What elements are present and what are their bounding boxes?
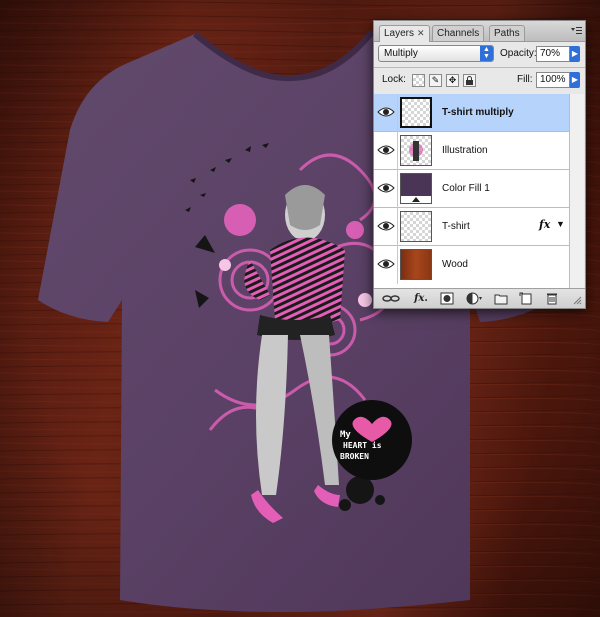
logo-text-3: BROKEN xyxy=(340,452,369,461)
layer-thumbnail xyxy=(400,249,432,280)
blend-mode-select[interactable]: Multiply ▲ ▼ xyxy=(378,45,494,62)
close-icon[interactable]: ✕ xyxy=(417,28,425,38)
eye-icon[interactable] xyxy=(377,105,395,119)
layer-name[interactable]: Wood xyxy=(442,258,468,272)
divider xyxy=(397,170,398,208)
eye-icon[interactable] xyxy=(377,143,395,157)
layer-thumbnail xyxy=(400,173,432,204)
layer-effects-icon[interactable]: fx xyxy=(539,218,550,231)
select-arrows-icon: ▲ ▼ xyxy=(480,46,493,61)
tab-channels[interactable]: Channels xyxy=(432,25,485,41)
layer-illustration[interactable]: Illustration xyxy=(374,132,569,170)
divider xyxy=(397,208,398,246)
eye-icon[interactable] xyxy=(377,257,395,271)
panel-bottom-toolbar: fx. xyxy=(374,288,585,308)
layer-wood[interactable]: Wood xyxy=(374,246,569,284)
layer-name[interactable]: T-shirt xyxy=(442,220,470,234)
lock-position-icon[interactable]: ✥ xyxy=(446,74,459,87)
lock-label: Lock: xyxy=(382,74,406,85)
layers-panel: Layers ✕ Channels Paths Multiply ▲ ▼ Opaci… xyxy=(373,20,586,309)
fill-label: Fill: xyxy=(517,74,533,85)
layer-t-shirt[interactable]: T-shirt fx ▼ xyxy=(374,208,569,246)
resize-grip-icon[interactable] xyxy=(573,296,582,305)
lock-transparent-icon[interactable] xyxy=(412,74,425,87)
layer-name[interactable]: Illustration xyxy=(442,144,488,158)
tab-layers-label: Layers xyxy=(384,28,415,39)
tab-layers[interactable]: Layers ✕ xyxy=(379,25,430,42)
tab-paths[interactable]: Paths xyxy=(489,25,525,41)
tab-channels-label: Channels xyxy=(437,28,480,39)
link-layers-icon[interactable] xyxy=(382,292,400,305)
opacity-input[interactable]: 70% xyxy=(536,46,570,62)
trash-icon[interactable] xyxy=(545,292,559,305)
fill-input[interactable]: 100% xyxy=(536,72,570,88)
opacity-label: Opacity: xyxy=(500,48,537,59)
layer-thumbnail xyxy=(400,211,432,242)
fill-slider-arrow-icon[interactable]: ▶ xyxy=(570,72,580,88)
panel-menu-icon[interactable] xyxy=(570,26,582,36)
tab-paths-label: Paths xyxy=(494,28,520,39)
layer-thumbnail xyxy=(400,97,432,128)
new-layer-icon[interactable] xyxy=(519,292,533,305)
eye-icon[interactable] xyxy=(377,181,395,195)
layer-color-fill-1[interactable]: Color Fill 1 xyxy=(374,170,569,208)
logo-text-1: My xyxy=(340,430,351,440)
layers-scrollbar[interactable] xyxy=(569,94,584,288)
opacity-slider-arrow-icon[interactable]: ▶ xyxy=(570,46,580,62)
layer-thumbnail xyxy=(400,135,432,166)
blend-mode-value: Multiply xyxy=(384,48,418,59)
lock-all-icon[interactable] xyxy=(463,74,476,87)
fx-icon[interactable]: fx. xyxy=(412,292,430,305)
adjustment-layer-icon[interactable] xyxy=(466,292,484,305)
logo-text-2: HEART is xyxy=(343,440,382,450)
layer-name[interactable]: T-shirt multiply xyxy=(442,106,514,120)
expand-effects-icon[interactable]: ▼ xyxy=(556,219,565,229)
heart-logo: My HEART is BROKEN xyxy=(332,400,412,480)
lock-pixels-icon[interactable]: ✎ xyxy=(429,74,442,87)
add-mask-icon[interactable] xyxy=(440,292,454,305)
panel-tab-bar: Layers ✕ Channels Paths xyxy=(374,21,585,42)
layer-t-shirt-multiply[interactable]: T-shirt multiply xyxy=(374,94,569,132)
new-group-icon[interactable] xyxy=(494,292,508,305)
divider xyxy=(397,132,398,170)
divider xyxy=(397,94,398,132)
layers-list: T-shirt multiply Illustration Color Fill… xyxy=(374,94,569,288)
eye-icon[interactable] xyxy=(377,219,395,233)
divider xyxy=(374,67,585,68)
divider xyxy=(397,246,398,284)
layer-name[interactable]: Color Fill 1 xyxy=(442,182,490,196)
